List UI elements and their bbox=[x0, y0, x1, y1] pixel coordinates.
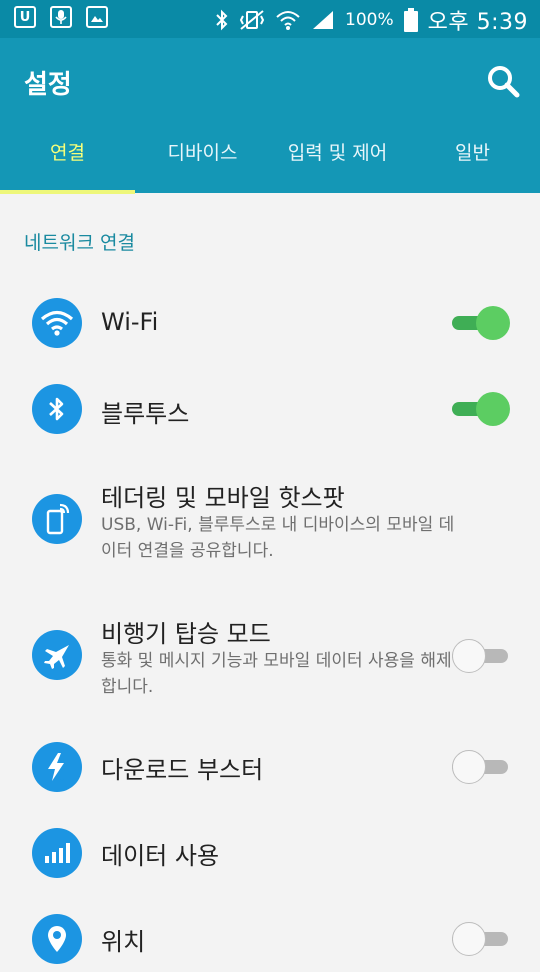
page-title: 설정 bbox=[24, 70, 72, 100]
vibrate-icon bbox=[239, 9, 265, 31]
item-title: 블루투스 bbox=[101, 400, 190, 428]
wifi-icon bbox=[275, 9, 301, 31]
wifi-icon bbox=[32, 298, 82, 348]
tab-input-control[interactable]: 입력 및 제어 bbox=[270, 130, 405, 193]
item-title: 위치 bbox=[101, 928, 146, 956]
location-toggle[interactable] bbox=[452, 922, 508, 956]
search-button[interactable] bbox=[486, 64, 520, 98]
bluetooth-icon bbox=[215, 9, 229, 31]
u-app-icon: U bbox=[14, 6, 36, 28]
settings-item-airplane-mode[interactable]: 비행기 탑승 모드 통화 및 메시지 기능과 모바일 데이터 사용을 해제합니다… bbox=[0, 612, 540, 712]
item-title: 테더링 및 모바일 핫스팟 bbox=[101, 484, 345, 512]
tab-bar: 연결 디바이스 입력 및 제어 일반 bbox=[0, 130, 540, 194]
wifi-toggle[interactable] bbox=[452, 306, 510, 340]
mic-icon bbox=[50, 6, 72, 28]
tab-connections[interactable]: 연결 bbox=[0, 130, 135, 194]
download-booster-toggle[interactable] bbox=[452, 750, 508, 784]
tab-general[interactable]: 일반 bbox=[405, 130, 540, 193]
clock: 오후 5:39 bbox=[427, 10, 528, 35]
bluetooth-icon bbox=[32, 384, 82, 434]
status-bar: U 100% 오후 5:39 bbox=[0, 0, 540, 38]
item-title: 다운로드 부스터 bbox=[101, 756, 264, 784]
item-title: 데이터 사용 bbox=[101, 842, 220, 870]
airplane-icon bbox=[32, 630, 82, 680]
tab-device[interactable]: 디바이스 bbox=[135, 130, 270, 193]
download-booster-icon bbox=[32, 742, 82, 792]
bluetooth-toggle[interactable] bbox=[452, 392, 510, 426]
battery-icon bbox=[403, 8, 418, 32]
section-header: 네트워크 연결 bbox=[24, 232, 135, 254]
item-title: 비행기 탑승 모드 bbox=[101, 620, 271, 648]
settings-item-wifi[interactable]: Wi-Fi bbox=[0, 290, 540, 356]
app-bar: 설정 연결 디바이스 입력 및 제어 일반 bbox=[0, 38, 540, 194]
settings-item-tethering[interactable]: 테더링 및 모바일 핫스팟 USB, Wi-Fi, 블루투스로 내 디바이스의 … bbox=[0, 476, 540, 576]
battery-percent: 100% bbox=[345, 10, 394, 30]
airplane-mode-toggle[interactable] bbox=[452, 639, 508, 673]
data-usage-icon bbox=[32, 828, 82, 878]
search-icon bbox=[488, 66, 520, 98]
settings-item-download-booster[interactable]: 다운로드 부스터 bbox=[0, 734, 540, 800]
tethering-icon bbox=[32, 494, 82, 544]
signal-icon bbox=[311, 9, 335, 31]
item-title: Wi-Fi bbox=[101, 308, 159, 336]
settings-item-bluetooth[interactable]: 블루투스 bbox=[0, 376, 540, 442]
image-icon bbox=[86, 6, 108, 28]
settings-item-data-usage[interactable]: 데이터 사용 bbox=[0, 820, 540, 886]
item-subtitle: USB, Wi-Fi, 블루투스로 내 디바이스의 모바일 데이터 연결을 공유… bbox=[101, 515, 455, 561]
item-subtitle: 통화 및 메시지 기능과 모바일 데이터 사용을 해제합니다. bbox=[101, 651, 452, 697]
settings-item-location[interactable]: 위치 bbox=[0, 906, 540, 972]
location-icon bbox=[32, 914, 82, 964]
